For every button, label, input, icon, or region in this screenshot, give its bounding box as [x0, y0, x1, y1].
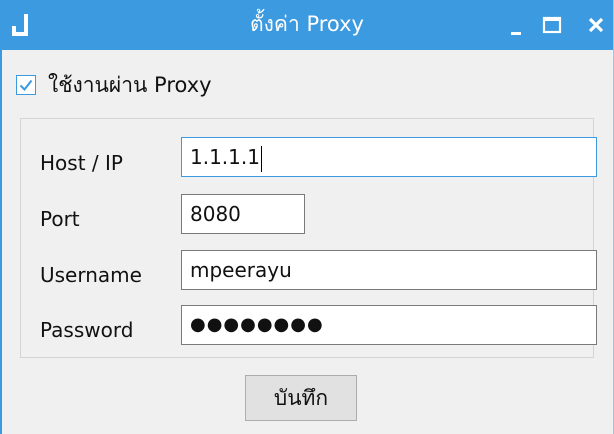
minimize-button[interactable]: [498, 0, 538, 50]
username-input[interactable]: mpeerayu: [181, 250, 597, 290]
close-button[interactable]: [574, 0, 614, 50]
password-value: ●●●●●●●●: [190, 314, 324, 335]
host-value: 1.1.1.1: [190, 145, 260, 169]
save-button[interactable]: บันทึก: [245, 375, 357, 421]
minimize-icon: [511, 32, 521, 35]
proxy-settings-group: Host / IP 1.1.1.1 Port 8080 Username mpe…: [20, 118, 597, 358]
use-proxy-row: ใช้งานผ่าน Proxy: [16, 70, 212, 100]
use-proxy-label: ใช้งานผ่าน Proxy: [48, 72, 212, 97]
port-label: Port: [40, 207, 80, 231]
title-bar[interactable]: ตั้งค่า Proxy: [0, 0, 614, 50]
host-input[interactable]: 1.1.1.1: [181, 137, 597, 177]
maximize-icon: [542, 16, 562, 34]
maximize-button[interactable]: [536, 0, 576, 50]
proxy-settings-window: ตั้งค่า Proxy ใช้งานผ่าน Proxy Host / IP…: [0, 0, 614, 434]
checkmark-icon: [19, 79, 33, 92]
host-label: Host / IP: [40, 151, 123, 175]
password-input[interactable]: ●●●●●●●●: [181, 305, 597, 345]
password-label: Password: [40, 318, 134, 342]
username-label: Username: [40, 263, 142, 287]
username-value: mpeerayu: [190, 258, 292, 282]
use-proxy-checkbox[interactable]: [16, 75, 36, 95]
text-caret: [260, 145, 262, 172]
port-value: 8080: [190, 202, 241, 226]
port-input[interactable]: 8080: [181, 194, 305, 234]
close-icon: [588, 17, 604, 33]
